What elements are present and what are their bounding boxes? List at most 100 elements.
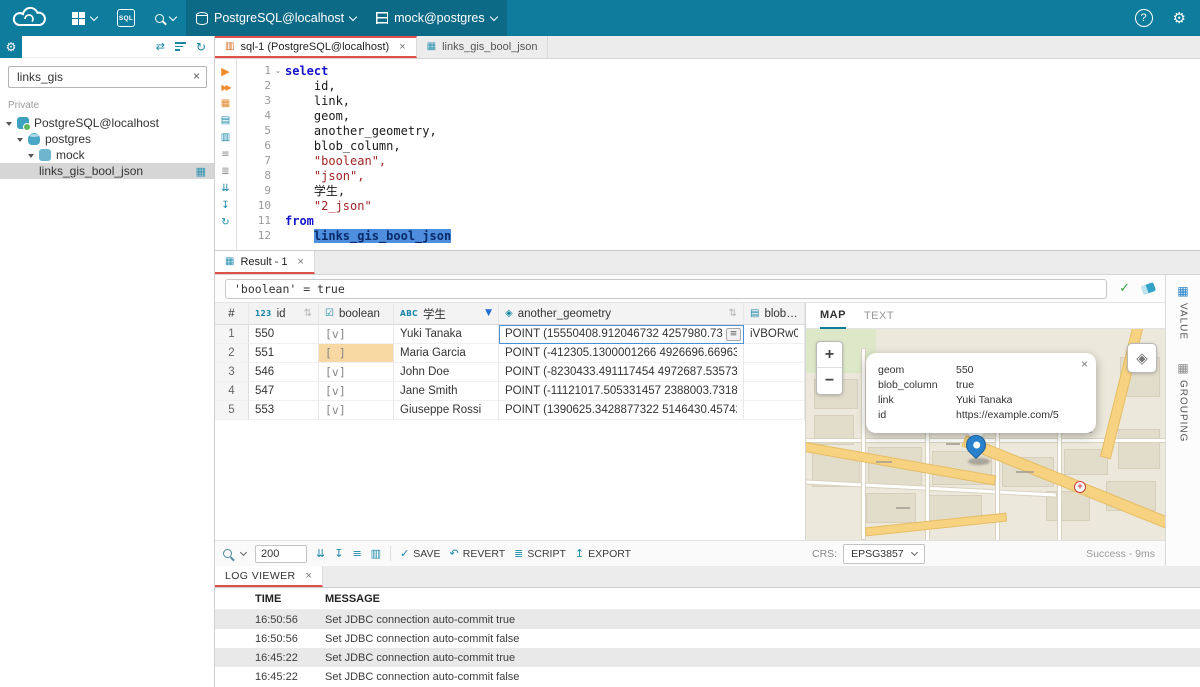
list-icon[interactable]: ≡ bbox=[221, 149, 229, 161]
column-header-blob[interactable]: ▤blob_colu bbox=[744, 303, 805, 324]
cell-student[interactable]: John Doe bbox=[394, 363, 499, 382]
code-area[interactable]: 1⌄select2 id,3 link,4 geom,5 another_geo… bbox=[237, 59, 1200, 250]
refresh-icon[interactable]: ↻ bbox=[196, 41, 206, 53]
cell-geometry[interactable]: POINT (-8230433.491117454 4972687.535733… bbox=[499, 363, 744, 382]
tree-item-postgres[interactable]: postgres bbox=[0, 131, 214, 147]
log-row[interactable]: 16:45:22Set JDBC connection auto-commit … bbox=[215, 667, 1200, 686]
cell-blob[interactable] bbox=[744, 344, 805, 363]
tree-item-PostgreSQL@localhost[interactable]: PostgreSQL@localhost bbox=[0, 115, 214, 131]
expand-icon[interactable] bbox=[28, 154, 34, 158]
schema-selector[interactable]: mock@postgres bbox=[366, 0, 507, 36]
tab-text[interactable]: TEXT bbox=[864, 303, 894, 329]
close-icon[interactable]: × bbox=[306, 570, 313, 582]
cell-rownum[interactable]: 4 bbox=[215, 382, 249, 401]
clear-search-icon[interactable]: × bbox=[193, 69, 200, 83]
map-canvas[interactable]: + + − ◈ × geom550blob_columntruelinkYuki… bbox=[806, 329, 1165, 540]
close-icon[interactable]: × bbox=[298, 256, 304, 268]
tree-item-mock[interactable]: mock bbox=[0, 147, 214, 163]
tab-value-panel[interactable]: ▦ VALUE bbox=[1177, 285, 1188, 340]
execute-icon[interactable]: ▶ bbox=[221, 65, 229, 78]
cell-rownum[interactable]: 5 bbox=[215, 401, 249, 420]
map-layers-button[interactable]: ◈ bbox=[1127, 343, 1157, 373]
log-row[interactable]: 16:50:56Set JDBC connection auto-commit … bbox=[215, 610, 1200, 629]
tab-map[interactable]: MAP bbox=[820, 303, 846, 329]
connection-selector[interactable]: PostgreSQL@localhost bbox=[186, 0, 366, 36]
settings-button[interactable]: ⚙ bbox=[1163, 0, 1200, 36]
cell-blob[interactable] bbox=[744, 401, 805, 420]
cell-boolean[interactable]: [v] bbox=[319, 382, 394, 401]
fetch-all-icon[interactable]: ↧ bbox=[334, 548, 343, 559]
clear-filter-icon[interactable] bbox=[1141, 282, 1156, 295]
export-button[interactable]: ↥ EXPORT bbox=[575, 548, 631, 560]
close-icon[interactable]: × bbox=[399, 41, 405, 53]
auto-refresh-icon[interactable] bbox=[223, 549, 232, 558]
sort-desc-icon[interactable]: ▼ bbox=[485, 309, 492, 318]
cell-rownum[interactable]: 3 bbox=[215, 363, 249, 382]
fetch-size-input[interactable] bbox=[255, 545, 307, 563]
cell-student[interactable]: Maria Garcia bbox=[394, 344, 499, 363]
cell-blob[interactable] bbox=[744, 363, 805, 382]
column-header-rownum[interactable]: # bbox=[215, 303, 249, 324]
tab-table-viewer[interactable]: ▦ links_gis_bool_json bbox=[417, 36, 549, 58]
execution-plan-icon[interactable]: ▦ bbox=[221, 98, 230, 110]
help-button[interactable]: ? bbox=[1125, 0, 1163, 36]
cell-boolean[interactable]: [v] bbox=[319, 401, 394, 420]
sort-icon[interactable]: ⇅ bbox=[729, 309, 737, 319]
apps-menu-button[interactable] bbox=[62, 0, 107, 36]
cell-boolean[interactable]: [v] bbox=[319, 325, 394, 344]
document-icon[interactable]: ▥ bbox=[221, 132, 230, 144]
cell-geometry[interactable]: POINT (15550408.912046732 4257980.732...… bbox=[499, 325, 744, 344]
cell-geometry[interactable]: POINT (-11121017.505331457 2388003.73183… bbox=[499, 382, 744, 401]
save-button[interactable]: ✓ SAVE bbox=[400, 548, 440, 560]
panel-toggle-icon[interactable]: ▥ bbox=[371, 548, 381, 559]
lines-icon[interactable]: ≣ bbox=[221, 166, 229, 178]
cell-geometry[interactable]: POINT (-412305.1300001266 4926696.669635… bbox=[499, 344, 744, 363]
cell-student[interactable]: Jane Smith bbox=[394, 382, 499, 401]
tab-grouping-panel[interactable]: ▦ GROUPING bbox=[1177, 362, 1188, 442]
cell-boolean[interactable]: [v] bbox=[319, 363, 394, 382]
tab-result-1[interactable]: ▦ Result - 1 × bbox=[215, 251, 315, 274]
execute-script-icon[interactable]: ▶▶ bbox=[221, 83, 229, 93]
cell-id[interactable]: 550 bbox=[249, 325, 319, 344]
cell-id[interactable]: 551 bbox=[249, 344, 319, 363]
apply-filter-icon[interactable]: ✓ bbox=[1119, 282, 1130, 295]
log-row[interactable]: 16:50:56Set JDBC connection auto-commit … bbox=[215, 629, 1200, 648]
navigator-settings-button[interactable]: ⚙ bbox=[0, 36, 22, 58]
tab-log-viewer[interactable]: LOG VIEWER × bbox=[215, 566, 323, 587]
cell-student[interactable]: Yuki Tanaka bbox=[394, 325, 499, 344]
cell-id[interactable]: 553 bbox=[249, 401, 319, 420]
column-header-id[interactable]: 123id⇅ bbox=[249, 303, 319, 324]
sync-icon[interactable]: ⇄ bbox=[156, 41, 165, 52]
expand-icon[interactable] bbox=[6, 122, 12, 126]
column-header-student[interactable]: ABC学生▼ bbox=[394, 303, 499, 324]
expand-icon[interactable] bbox=[17, 138, 23, 142]
close-icon[interactable]: × bbox=[1081, 357, 1088, 371]
cell-id[interactable]: 547 bbox=[249, 382, 319, 401]
crs-select[interactable]: EPSG3857 bbox=[843, 544, 925, 564]
search-menu-button[interactable] bbox=[145, 0, 186, 36]
cell-boolean[interactable]: [ ] bbox=[319, 344, 394, 363]
download-icon[interactable]: ↧ bbox=[221, 200, 229, 212]
cell-student[interactable]: Giuseppe Rossi bbox=[394, 401, 499, 420]
log-row[interactable]: 16:45:22Set JDBC connection auto-commit … bbox=[215, 648, 1200, 667]
zoom-out-button[interactable]: − bbox=[817, 368, 842, 394]
edit-mode-icon[interactable]: ≡ bbox=[352, 548, 361, 559]
tab-sql-editor[interactable]: ▥ sql-1 (PostgreSQL@localhost) × bbox=[215, 36, 417, 58]
sql-editor-button[interactable]: SQL bbox=[107, 0, 145, 36]
cell-blob[interactable] bbox=[744, 382, 805, 401]
app-logo[interactable] bbox=[0, 0, 62, 36]
tree-item-links_gis_bool_json[interactable]: links_gis_bool_json▦ bbox=[0, 163, 214, 179]
column-header-geometry[interactable]: ◈another_geometry⇅ bbox=[499, 303, 744, 324]
revert-button[interactable]: ↶ REVERT bbox=[450, 548, 506, 560]
column-header-boolean[interactable]: ☑boolean bbox=[319, 303, 394, 324]
cell-blob[interactable]: iVBORw0KGg... bbox=[744, 325, 805, 344]
fold-icon[interactable]: ⌄ bbox=[271, 66, 285, 75]
filter-input[interactable] bbox=[225, 279, 1107, 299]
fetch-icon[interactable]: ⇊ bbox=[221, 183, 229, 195]
fetch-page-icon[interactable]: ⇊ bbox=[316, 548, 325, 559]
cell-rownum[interactable]: 1 bbox=[215, 325, 249, 344]
chevron-down-icon[interactable] bbox=[240, 549, 247, 556]
output-icon[interactable]: ↻ bbox=[221, 217, 229, 229]
cell-geometry[interactable]: POINT (1390625.3428877322 5146430.457427… bbox=[499, 401, 744, 420]
script-button[interactable]: ≣ SCRIPT bbox=[514, 548, 566, 560]
